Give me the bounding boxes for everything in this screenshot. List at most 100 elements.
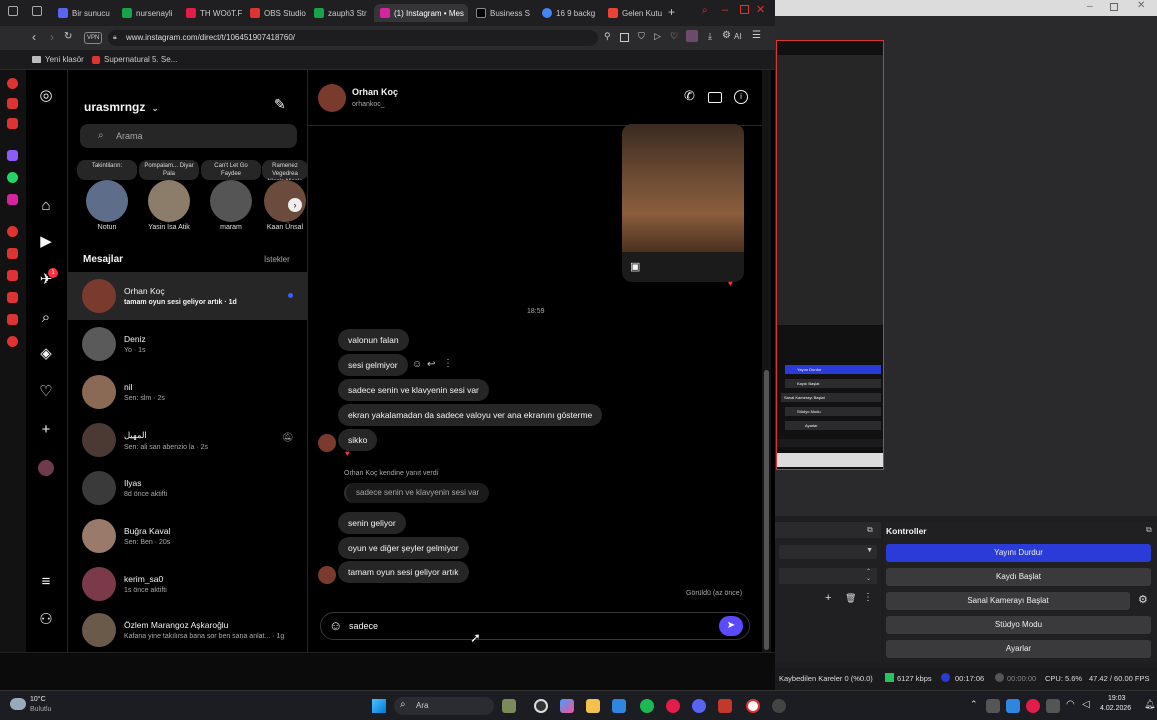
dock-float-icon[interactable]: ⧉ — [867, 525, 873, 535]
send-button[interactable]: ➤ — [719, 616, 743, 636]
browser-tab[interactable]: 16 9 backg — [536, 4, 600, 22]
maximize-icon[interactable] — [1110, 3, 1118, 11]
thread-avatar[interactable] — [318, 84, 346, 112]
search-icon[interactable]: ⌕ — [36, 308, 56, 328]
tray-icon[interactable] — [986, 699, 1000, 713]
clock-date[interactable]: 4.02.2026 — [1100, 705, 1131, 712]
ai-button[interactable]: AI — [734, 32, 742, 41]
sidebar-app-icon[interactable] — [7, 292, 18, 303]
threads-icon[interactable]: ⚇ — [36, 610, 56, 630]
tray-icon[interactable] — [1046, 699, 1060, 713]
reply-quote[interactable]: sadece senin ve klavyenin sesi var — [344, 483, 490, 503]
minimize-icon[interactable]: – — [722, 4, 728, 16]
browser-tab[interactable]: Bir sunucu — [52, 4, 116, 22]
message-bubble[interactable]: sadece senin ve klavyenin sesi var — [338, 379, 489, 401]
vertical-tabs-icon[interactable] — [32, 6, 42, 16]
message-composer[interactable]: ☺ sadece ➤ — [320, 612, 750, 640]
sidebar-app-icon[interactable] — [7, 270, 18, 281]
file-explorer-icon[interactable] — [586, 699, 600, 713]
note-item[interactable]: Ramenez Vegedrea N'golo N'golo Kaan Ünsa… — [262, 160, 308, 231]
settings-button[interactable]: Ayarlar — [886, 640, 1151, 658]
obs-icon[interactable] — [772, 699, 786, 713]
select-dropdown[interactable]: ▼ — [779, 545, 877, 559]
note-item[interactable]: Can't Let Go Faydee maram — [201, 160, 261, 231]
url-bar[interactable]: 🔒︎ www.instagram.com/direct/t/1064519074… — [108, 30, 598, 46]
trash-icon[interactable]: 🗑︎ — [845, 593, 856, 604]
start-recording-button[interactable]: Kaydı Başlat — [886, 568, 1151, 586]
conversation-item[interactable]: kerim_sa0 1s önce aktifti — [68, 560, 308, 608]
bookmark-folder[interactable]: Yeni klasör — [32, 55, 84, 64]
conversation-item[interactable]: nil Sen: slm · 2s — [68, 368, 308, 416]
message-bubble[interactable]: valonun falan — [338, 329, 409, 351]
copilot-icon[interactable] — [560, 699, 574, 713]
video-call-icon[interactable] — [708, 92, 722, 103]
search-input[interactable]: ⌕ Arama — [80, 124, 297, 148]
browser-tab[interactable]: Business S — [470, 4, 534, 22]
vpn-badge[interactable]: VPN — [84, 32, 103, 44]
scrollbar-thumb[interactable] — [764, 370, 769, 650]
create-icon[interactable]: + — [36, 420, 56, 440]
notification-icon[interactable]: 🔔︎ — [1144, 699, 1155, 710]
browser-tab[interactable]: nursenayli — [116, 4, 180, 22]
minimize-icon[interactable]: – — [1087, 1, 1093, 12]
requests-link[interactable]: İstekler — [264, 255, 290, 264]
close-icon[interactable]: ✕ — [756, 3, 765, 16]
download-icon[interactable]: ⤓ — [708, 31, 712, 42]
conversation-item[interactable]: Deniz Yo · 1s — [68, 320, 308, 368]
spotify-icon[interactable] — [640, 699, 654, 713]
scrollbar[interactable] — [762, 70, 771, 652]
more-options-icon[interactable]: ⋮ — [863, 592, 873, 603]
gear-icon[interactable]: ⚙ — [1138, 593, 1148, 606]
clock-time[interactable]: 19:03 — [1108, 695, 1126, 702]
browser-tab[interactable]: Gelen Kutu — [602, 4, 666, 22]
explore-icon[interactable]: ◈ — [36, 344, 56, 364]
notes-next-icon[interactable]: › — [288, 198, 302, 212]
chevron-up-icon[interactable]: ⌃ — [970, 699, 978, 710]
app-icon[interactable] — [612, 699, 626, 713]
sidebar-app-icon[interactable] — [7, 98, 18, 109]
whatsapp-icon[interactable] — [7, 172, 18, 183]
discord-icon[interactable] — [692, 699, 706, 713]
phone-call-icon[interactable]: ✆ — [684, 88, 695, 104]
thread-name[interactable]: Orhan Koç — [352, 87, 398, 97]
message-bubble[interactable]: oyun ve diğer şeyler gelmiyor — [338, 537, 469, 559]
message-bubble[interactable]: sesi gelmiyor — [338, 354, 408, 376]
studio-mode-button[interactable]: Stüdyo Modu — [886, 616, 1151, 634]
browser-tab-active[interactable]: (1) Instagram • Mes — [374, 4, 468, 22]
new-message-icon[interactable]: ✎ — [274, 96, 286, 113]
tray-icon[interactable] — [1026, 699, 1040, 713]
tab-actions-icon[interactable] — [8, 6, 18, 16]
profile-avatar[interactable] — [38, 460, 54, 476]
reply-icon[interactable]: ↩ — [427, 359, 435, 370]
back-icon[interactable]: ‹ — [32, 30, 36, 44]
menu-icon[interactable]: ☰ — [752, 30, 761, 41]
new-tab-icon[interactable]: + — [668, 5, 675, 19]
play-icon[interactable]: ▷ — [654, 31, 661, 42]
sidebar-app-icon[interactable] — [7, 118, 18, 129]
settings-icon[interactable]: ⚙ — [722, 30, 731, 41]
weather-icon[interactable] — [10, 698, 26, 710]
react-emoji-icon[interactable]: ☺ — [412, 359, 422, 370]
sidebar-app-icon[interactable] — [7, 248, 18, 259]
spin-down-icon[interactable]: ⌄ — [866, 575, 871, 582]
sidebar-app-icon[interactable] — [7, 314, 18, 325]
message-bubble[interactable]: senin geliyor — [338, 512, 406, 534]
wifi-icon[interactable]: ◠ — [1066, 699, 1075, 710]
message-bubble[interactable]: tamam oyun sesi geliyor artık — [338, 561, 469, 583]
maximize-icon[interactable] — [740, 5, 749, 14]
bookmark-link[interactable]: Supernatural 5. Se... — [92, 55, 177, 64]
browser-tab[interactable]: OBS Studio — [244, 4, 308, 22]
instagram-logo-icon[interactable]: ◎ — [36, 86, 56, 106]
message-input[interactable]: sadece — [349, 621, 378, 631]
shared-reel[interactable]: ▣ — [622, 124, 744, 282]
shield-icon[interactable]: ⛉ — [638, 31, 645, 42]
note-item[interactable]: Pompalam... Diyar Pala Yasin İsa Atik — [139, 160, 199, 231]
account-switcher[interactable]: urasmrngz ⌄ — [84, 100, 158, 114]
search-tabs-icon[interactable]: ⌕ — [702, 5, 708, 16]
close-icon[interactable]: ✕ — [1137, 0, 1145, 11]
app-icon[interactable] — [718, 699, 732, 713]
start-icon[interactable] — [372, 699, 386, 713]
spin-up-icon[interactable]: ⌃ — [866, 568, 871, 575]
weather-temp[interactable]: 10°C — [30, 696, 46, 703]
conversation-item[interactable]: Buğra Kaval Sen: Ben · 20s — [68, 512, 308, 560]
